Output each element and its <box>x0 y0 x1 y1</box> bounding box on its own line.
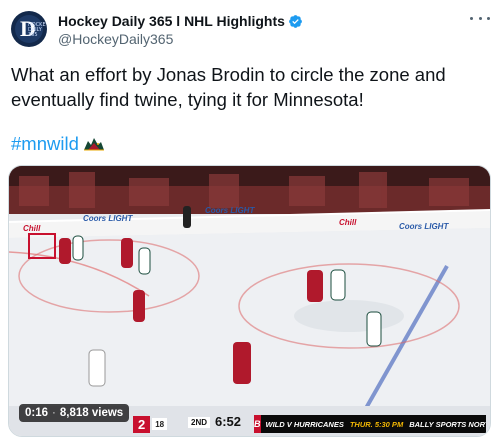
avatar[interactable]: D HOCKEY DAILY 365 <box>11 11 47 47</box>
display-name[interactable]: Hockey Daily 365 l NHL Highlights <box>58 13 285 29</box>
avatar-small-text: HOCKEY DAILY 365 <box>28 22 47 38</box>
home-score: 2 <box>133 415 151 433</box>
verified-badge-icon <box>289 14 302 28</box>
more-options-icon[interactable] <box>470 10 490 26</box>
broadcast-ticker: B WILD V HURRICANES THUR. 5:30 PM BALLY … <box>254 415 486 433</box>
board-ad: Coors LIGHT <box>83 214 133 223</box>
video-views: 8,818 views <box>59 407 124 419</box>
minnesota-wild-emoji-icon <box>83 138 104 151</box>
video-player[interactable]: Chill Coors LIGHT Coors LIGHT Chill Coor… <box>8 165 491 437</box>
more-dot <box>487 16 490 20</box>
board-ad: Coors LIGHT <box>205 206 255 215</box>
video-elapsed: 0:16 <box>25 407 49 419</box>
ticker-time: THUR. 5:30 PM <box>349 419 404 429</box>
period-label: 2ND <box>188 417 211 428</box>
scorebug-home: 2 18 <box>133 415 168 433</box>
separator-dot: · <box>52 407 56 419</box>
ticker-matchup: WILD V HURRICANES <box>265 419 344 429</box>
board-ad: Chill <box>23 224 41 233</box>
game-clock: 6:52 <box>215 414 242 429</box>
tweet-text: What an effort by Jonas Brodin to circle… <box>11 64 446 110</box>
more-dot <box>470 16 473 20</box>
video-time-views: 0:16 · 8,818 views <box>19 404 130 422</box>
hashtag-row: #mnwild <box>11 131 105 157</box>
home-shots: 18 <box>152 418 168 430</box>
board-ad: Chill <box>339 218 357 227</box>
more-dot <box>478 16 482 20</box>
ticker-logo: B <box>254 415 261 433</box>
board-ad: Coors LIGHT <box>399 222 449 231</box>
ticker-network: BALLY SPORTS NORTH <box>409 419 486 429</box>
user-handle[interactable]: @HockeyDaily365 <box>58 31 173 47</box>
tweet-header: D HOCKEY DAILY 365 Hockey Daily 365 l NH… <box>0 0 499 60</box>
hashtag-link[interactable]: #mnwild <box>11 133 79 155</box>
name-row: Hockey Daily 365 l NHL Highlights <box>58 12 303 30</box>
